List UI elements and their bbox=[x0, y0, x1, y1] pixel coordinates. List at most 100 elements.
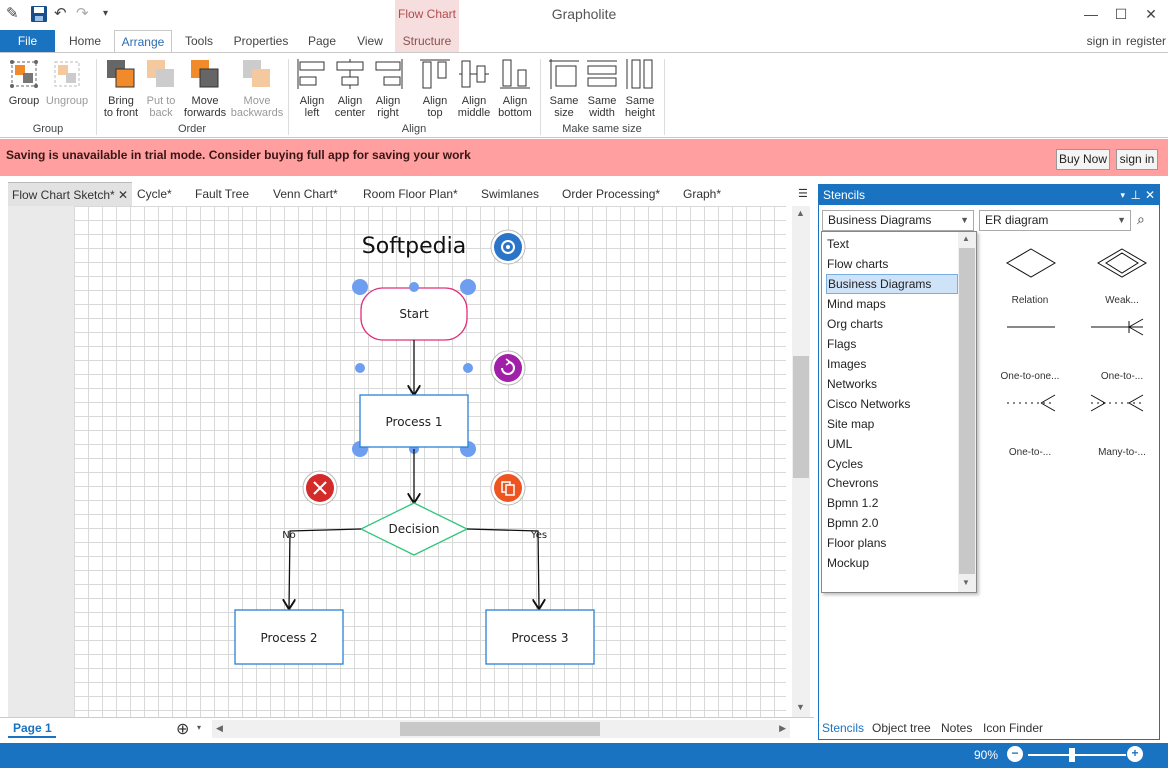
settings-icon[interactable] bbox=[490, 229, 526, 265]
doc-tab-swimlanes[interactable]: Swimlanes bbox=[481, 182, 539, 206]
zoom-in-icon[interactable]: + bbox=[1127, 746, 1143, 762]
subcategory-dropdown[interactable]: ER diagram ▼ bbox=[979, 210, 1131, 231]
diagram-title[interactable]: Softpedia bbox=[362, 234, 466, 259]
connector-yes[interactable] bbox=[466, 528, 539, 608]
doc-tab-flow-chart-sketch[interactable]: Flow Chart Sketch* ✕ bbox=[8, 182, 132, 206]
decision-node[interactable]: Decision bbox=[359, 502, 469, 556]
canvas-vertical-scrollbar[interactable]: ▲ ▼ bbox=[792, 206, 810, 717]
scroll-right-icon[interactable]: ▶ bbox=[779, 723, 786, 734]
panel-tab-stencils[interactable]: Stencils bbox=[822, 717, 864, 739]
panel-tab-object-tree[interactable]: Object tree bbox=[872, 717, 931, 739]
move-backwards-button[interactable]: Move backwards bbox=[230, 57, 284, 119]
category-list-scrollbar[interactable]: ▲ ▼ bbox=[958, 232, 976, 592]
tab-list-menu-icon[interactable]: ☰ bbox=[798, 182, 808, 206]
canvas-area[interactable]: Softpedia Start Process 1 Decision No Ye… bbox=[8, 206, 786, 717]
doc-tab-graph[interactable]: Graph* bbox=[683, 182, 721, 206]
delete-icon[interactable] bbox=[302, 470, 338, 506]
start-node[interactable]: Start bbox=[360, 287, 468, 341]
tab-arrange[interactable]: Arrange bbox=[114, 30, 172, 53]
tab-properties[interactable]: Properties bbox=[228, 30, 294, 52]
category-dropdown[interactable]: Business Diagrams ▼ bbox=[822, 210, 974, 231]
same-width-button[interactable]: Same width bbox=[584, 57, 620, 119]
scroll-down-icon[interactable]: ▼ bbox=[962, 578, 970, 587]
process1-node[interactable]: Process 1 bbox=[359, 394, 469, 448]
page-tab[interactable]: Page 1 bbox=[8, 718, 56, 738]
trial-sign-in-button[interactable]: sign in bbox=[1116, 149, 1158, 170]
panel-tab-notes[interactable]: Notes bbox=[941, 717, 972, 739]
category-item-site-map[interactable]: Site map bbox=[826, 414, 958, 434]
category-item-bpmn-12[interactable]: Bpmn 1.2 bbox=[826, 493, 958, 513]
process2-node[interactable]: Process 2 bbox=[234, 609, 344, 665]
doc-tab-order-processing[interactable]: Order Processing* bbox=[562, 182, 660, 206]
zoom-out-icon[interactable]: − bbox=[1007, 746, 1023, 762]
panel-menu-icon[interactable]: ▾ bbox=[1120, 185, 1125, 205]
tab-file[interactable]: File bbox=[0, 30, 55, 52]
connector-no[interactable] bbox=[289, 528, 362, 608]
rotate-icon[interactable] bbox=[490, 350, 526, 386]
tab-home[interactable]: Home bbox=[62, 30, 108, 52]
horizontal-scroll-thumb[interactable] bbox=[400, 722, 600, 736]
scroll-up-icon[interactable]: ▲ bbox=[962, 234, 970, 243]
align-left-button[interactable]: Align left bbox=[294, 57, 330, 119]
one-to-many-shape[interactable] bbox=[1091, 318, 1144, 336]
align-top-button[interactable]: Align top bbox=[418, 57, 452, 119]
align-center-button[interactable]: Align center bbox=[332, 57, 368, 119]
category-item-networks[interactable]: Networks bbox=[826, 374, 958, 394]
category-dropdown-list[interactable]: Text Flow charts Business Diagrams Mind … bbox=[821, 231, 977, 593]
tab-tools[interactable]: Tools bbox=[178, 30, 220, 52]
align-middle-button[interactable]: Align middle bbox=[454, 57, 494, 119]
page-menu-icon[interactable]: ▾ bbox=[197, 723, 201, 732]
bring-to-front-button[interactable]: Bring to front bbox=[100, 57, 142, 119]
category-item-flow-charts[interactable]: Flow charts bbox=[826, 254, 958, 274]
category-item-cisco-networks[interactable]: Cisco Networks bbox=[826, 394, 958, 414]
category-item-org-charts[interactable]: Org charts bbox=[826, 314, 958, 334]
tab-page[interactable]: Page bbox=[302, 30, 342, 52]
scroll-left-icon[interactable]: ◀ bbox=[216, 723, 223, 734]
flowchart-diagram[interactable]: Softpedia Start Process 1 Decision No Ye… bbox=[8, 206, 786, 717]
canvas-horizontal-scrollbar[interactable]: ◀ ▶ bbox=[212, 720, 790, 738]
close-tab-icon[interactable]: ✕ bbox=[118, 183, 128, 207]
close-panel-icon[interactable]: ✕ bbox=[1145, 185, 1155, 205]
search-icon[interactable]: ⌕ bbox=[1137, 211, 1145, 228]
category-item-text[interactable]: Text bbox=[826, 234, 958, 254]
category-item-business-diagrams[interactable]: Business Diagrams bbox=[826, 274, 958, 294]
doc-tab-fault-tree[interactable]: Fault Tree bbox=[195, 182, 249, 206]
process3-node[interactable]: Process 3 bbox=[485, 609, 595, 665]
pin-icon[interactable]: ⊥ bbox=[1131, 185, 1141, 205]
buy-now-button[interactable]: Buy Now bbox=[1056, 149, 1110, 170]
zoom-slider[interactable] bbox=[1028, 748, 1126, 762]
zoom-slider-thumb[interactable] bbox=[1069, 748, 1076, 762]
tab-structure[interactable]: Structure bbox=[395, 30, 459, 52]
category-item-mind-maps[interactable]: Mind maps bbox=[826, 294, 958, 314]
align-bottom-button[interactable]: Align bottom bbox=[496, 57, 534, 119]
put-to-back-button[interactable]: Put to back bbox=[142, 57, 180, 119]
category-item-images[interactable]: Images bbox=[826, 354, 958, 374]
register-link[interactable]: register bbox=[1124, 30, 1168, 52]
panel-tab-icon-finder[interactable]: Icon Finder bbox=[983, 717, 1043, 739]
tab-view[interactable]: View bbox=[350, 30, 390, 52]
doc-tab-venn-chart[interactable]: Venn Chart* bbox=[273, 182, 338, 206]
group-button[interactable]: Group bbox=[4, 57, 44, 107]
vertical-scroll-thumb[interactable] bbox=[793, 356, 809, 478]
same-height-button[interactable]: Same height bbox=[622, 57, 658, 119]
sign-in-link[interactable]: sign in bbox=[1082, 30, 1126, 52]
doc-tab-cycle[interactable]: Cycle* bbox=[137, 182, 172, 206]
scroll-down-icon[interactable]: ▼ bbox=[796, 702, 805, 712]
category-item-uml[interactable]: UML bbox=[826, 434, 958, 454]
close-window-icon[interactable]: ✕ bbox=[1136, 3, 1166, 25]
category-item-floor-plans[interactable]: Floor plans bbox=[826, 533, 958, 553]
category-item-mockup[interactable]: Mockup bbox=[826, 553, 958, 573]
maximize-icon[interactable]: ☐ bbox=[1106, 3, 1136, 25]
duplicate-icon[interactable] bbox=[490, 470, 526, 506]
scroll-up-icon[interactable]: ▲ bbox=[796, 208, 805, 218]
category-item-bpmn-20[interactable]: Bpmn 2.0 bbox=[826, 513, 958, 533]
category-item-chevrons[interactable]: Chevrons bbox=[826, 473, 958, 493]
move-forwards-button[interactable]: Move forwards bbox=[182, 57, 228, 119]
add-page-icon[interactable]: ⊕ bbox=[176, 719, 189, 739]
category-scroll-thumb[interactable] bbox=[959, 248, 975, 574]
relation-shape[interactable] bbox=[1006, 248, 1056, 278]
category-item-cycles[interactable]: Cycles bbox=[826, 454, 958, 474]
align-right-button[interactable]: Align right bbox=[370, 57, 406, 119]
category-item-flags[interactable]: Flags bbox=[826, 334, 958, 354]
ungroup-button[interactable]: Ungroup bbox=[44, 57, 90, 107]
